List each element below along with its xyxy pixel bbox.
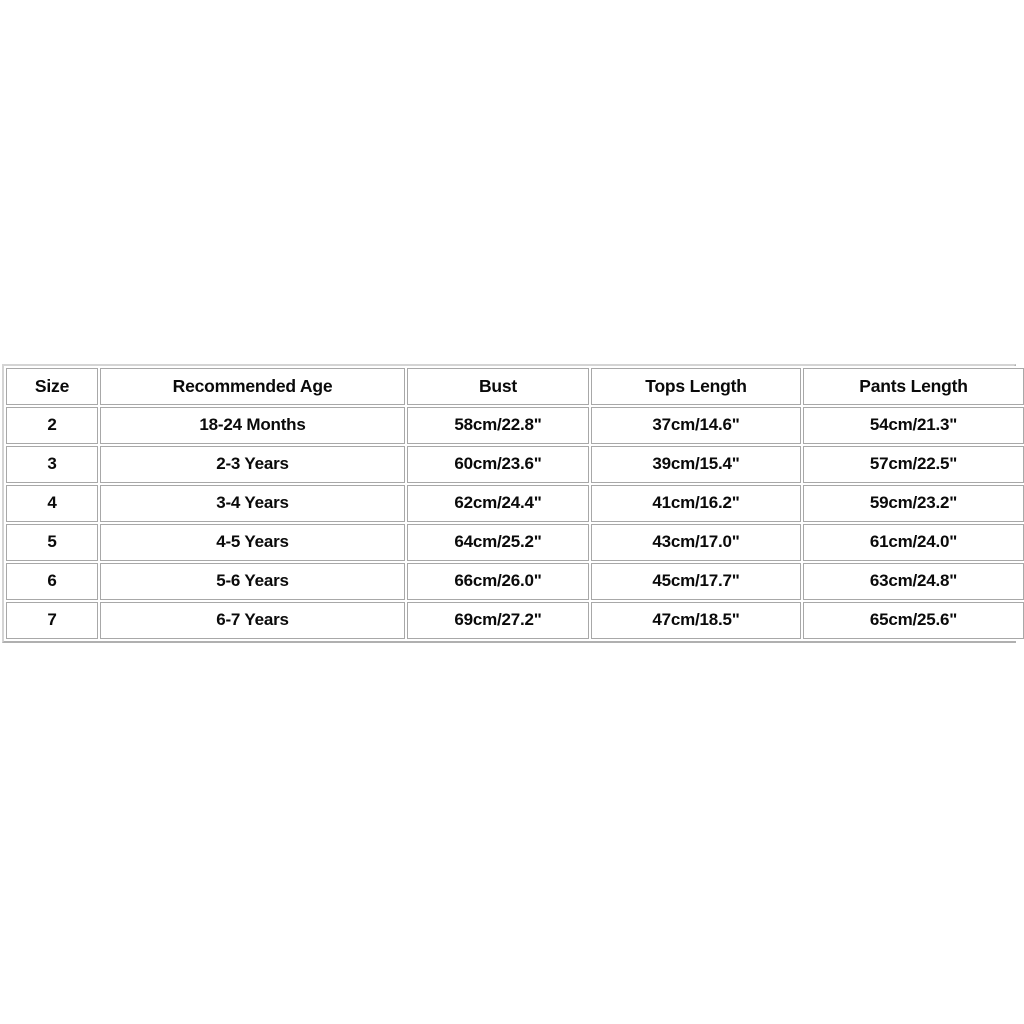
cell-size: 4 (6, 485, 98, 522)
cell-age: 18-24 Months (100, 407, 405, 444)
cell-pants-length: 61cm/24.0" (803, 524, 1024, 561)
column-header-tops-length: Tops Length (591, 368, 801, 405)
cell-pants-length: 59cm/23.2" (803, 485, 1024, 522)
size-chart-container: Size Recommended Age Bust Tops Length Pa… (2, 364, 1024, 643)
table-row: 2 18-24 Months 58cm/22.8" 37cm/14.6" 54c… (6, 407, 1024, 444)
cell-age: 6-7 Years (100, 602, 405, 639)
cell-pants-length: 57cm/22.5" (803, 446, 1024, 483)
cell-age: 2-3 Years (100, 446, 405, 483)
column-header-recommended-age: Recommended Age (100, 368, 405, 405)
size-chart-header: Size Recommended Age Bust Tops Length Pa… (6, 368, 1024, 405)
size-chart-table: Size Recommended Age Bust Tops Length Pa… (4, 366, 1024, 641)
cell-size: 2 (6, 407, 98, 444)
cell-size: 3 (6, 446, 98, 483)
cell-age: 5-6 Years (100, 563, 405, 600)
cell-size: 6 (6, 563, 98, 600)
cell-bust: 66cm/26.0" (407, 563, 589, 600)
cell-bust: 58cm/22.8" (407, 407, 589, 444)
cell-tops-length: 43cm/17.0" (591, 524, 801, 561)
table-header-row: Size Recommended Age Bust Tops Length Pa… (6, 368, 1024, 405)
cell-pants-length: 63cm/24.8" (803, 563, 1024, 600)
cell-bust: 62cm/24.4" (407, 485, 589, 522)
column-header-pants-length: Pants Length (803, 368, 1024, 405)
cell-size: 5 (6, 524, 98, 561)
size-chart-body: 2 18-24 Months 58cm/22.8" 37cm/14.6" 54c… (6, 407, 1024, 639)
table-row: 4 3-4 Years 62cm/24.4" 41cm/16.2" 59cm/2… (6, 485, 1024, 522)
table-row: 5 4-5 Years 64cm/25.2" 43cm/17.0" 61cm/2… (6, 524, 1024, 561)
page-root: Size Recommended Age Bust Tops Length Pa… (0, 0, 1024, 1024)
cell-tops-length: 41cm/16.2" (591, 485, 801, 522)
cell-age: 4-5 Years (100, 524, 405, 561)
cell-pants-length: 54cm/21.3" (803, 407, 1024, 444)
table-row: 7 6-7 Years 69cm/27.2" 47cm/18.5" 65cm/2… (6, 602, 1024, 639)
cell-tops-length: 39cm/15.4" (591, 446, 801, 483)
cell-bust: 64cm/25.2" (407, 524, 589, 561)
cell-tops-length: 45cm/17.7" (591, 563, 801, 600)
column-header-bust: Bust (407, 368, 589, 405)
column-header-size: Size (6, 368, 98, 405)
cell-bust: 60cm/23.6" (407, 446, 589, 483)
cell-tops-length: 47cm/18.5" (591, 602, 801, 639)
table-row: 6 5-6 Years 66cm/26.0" 45cm/17.7" 63cm/2… (6, 563, 1024, 600)
cell-age: 3-4 Years (100, 485, 405, 522)
cell-pants-length: 65cm/25.6" (803, 602, 1024, 639)
cell-size: 7 (6, 602, 98, 639)
cell-tops-length: 37cm/14.6" (591, 407, 801, 444)
cell-bust: 69cm/27.2" (407, 602, 589, 639)
table-row: 3 2-3 Years 60cm/23.6" 39cm/15.4" 57cm/2… (6, 446, 1024, 483)
